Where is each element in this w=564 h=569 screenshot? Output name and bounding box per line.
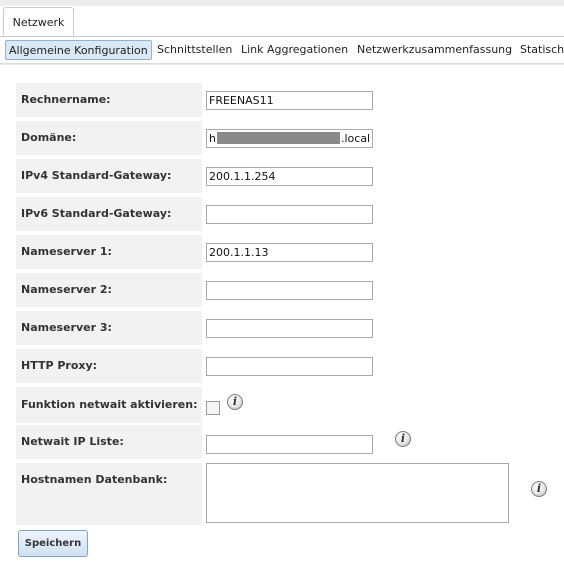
subtab-bar: Allgemeine Konfiguration Schnittstellen …	[0, 37, 564, 64]
save-button[interactable]: Speichern	[18, 530, 88, 557]
netwait-ips-label: Netwait IP Liste:	[16, 425, 202, 459]
netwait-ips-field[interactable]	[206, 435, 373, 454]
nameserver-2-field[interactable]	[206, 281, 373, 300]
info-icon[interactable]: i	[227, 394, 243, 410]
domain-prefix: h	[209, 132, 216, 145]
subtab-schnittstellen[interactable]: Schnittstellen	[157, 40, 232, 60]
subtab-netzwerkzusammenfassung[interactable]: Netzwerkzusammenfassung	[357, 40, 512, 60]
http-proxy-label: HTTP Proxy:	[16, 349, 202, 383]
nameserver-2-label: Nameserver 2:	[16, 273, 202, 307]
nameserver-1-label: Nameserver 1:	[16, 235, 202, 269]
host-db-label: Hostnamen Datenbank:	[16, 463, 202, 525]
ipv6-gateway-label: IPv6 Standard-Gateway:	[16, 197, 202, 231]
subtab-statisch[interactable]: Statisch	[520, 40, 564, 60]
ipv4-gateway-field[interactable]: 200.1.1.254	[206, 167, 373, 186]
hostname-field[interactable]: FREENAS11	[206, 91, 373, 110]
ipv6-gateway-field[interactable]	[206, 205, 373, 224]
netwait-enable-checkbox[interactable]	[206, 401, 220, 415]
domain-suffix: .local	[340, 132, 371, 145]
domain-label: Domäne:	[16, 121, 202, 155]
redacted-block	[216, 132, 340, 144]
ipv4-gateway-label: IPv4 Standard-Gateway:	[16, 159, 202, 193]
http-proxy-field[interactable]	[206, 357, 373, 376]
hostname-label: Rechnername:	[16, 83, 202, 117]
main-tabbar	[0, 6, 564, 37]
host-db-textarea[interactable]	[206, 463, 509, 523]
netwait-enable-label: Funktion netwait aktivieren:	[16, 387, 202, 423]
tab-netzwerk[interactable]: Netzwerk	[3, 7, 74, 36]
info-icon[interactable]: i	[531, 481, 547, 497]
nameserver-3-field[interactable]	[206, 319, 373, 338]
info-icon[interactable]: i	[395, 431, 411, 447]
nameserver-3-label: Nameserver 3:	[16, 311, 202, 345]
domain-field[interactable]: h .local	[206, 129, 373, 148]
nameserver-1-field[interactable]: 200.1.1.13	[206, 243, 373, 262]
subtab-allgemeine-konfiguration[interactable]: Allgemeine Konfiguration	[5, 40, 152, 60]
subtab-link-aggregationen[interactable]: Link Aggregationen	[241, 40, 348, 60]
